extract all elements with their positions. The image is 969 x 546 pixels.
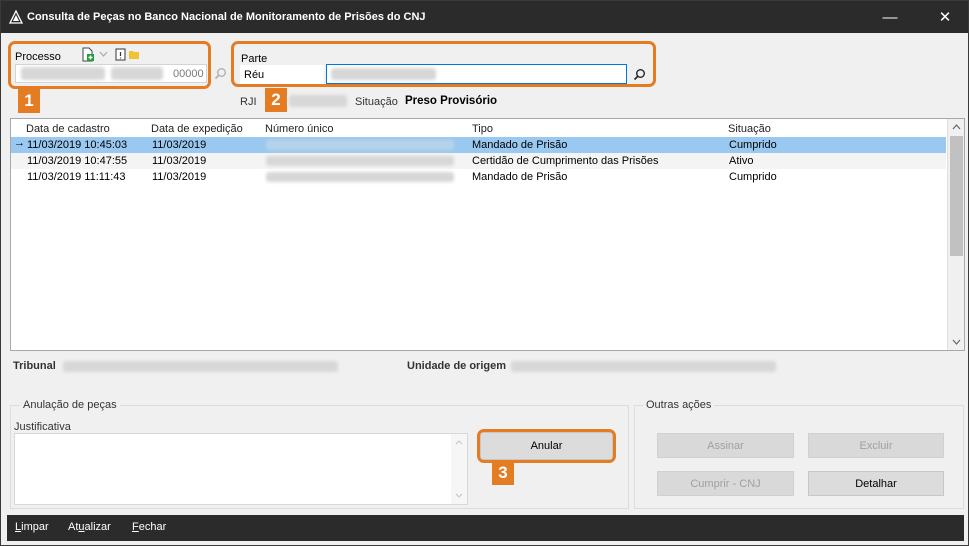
annotation-badge-2: 2 bbox=[265, 88, 287, 112]
title-bar: Consulta de Peças no Banco Nacional de M… bbox=[1, 1, 968, 33]
redacted-unidade-value bbox=[511, 361, 776, 372]
situacao-value: Preso Provisório bbox=[405, 95, 498, 107]
anulacao-group-label: Anulação de peças bbox=[20, 399, 120, 411]
cell-tipo: Mandado de Prisão bbox=[472, 171, 568, 183]
cell-cadastro: 11/03/2019 10:45:03 bbox=[27, 139, 128, 151]
outras-acoes-group-label: Outras ações bbox=[643, 399, 715, 411]
column-header-numero[interactable]: Número único bbox=[265, 123, 333, 135]
assinar-button[interactable]: Assinar bbox=[657, 433, 794, 458]
table-row[interactable]: 11/03/2019 11:11:43 11/03/2019 Mandado d… bbox=[11, 169, 946, 185]
column-header-expedicao[interactable]: Data de expedição bbox=[151, 123, 243, 135]
highlight-box-anular bbox=[477, 429, 616, 463]
highlight-box-parte bbox=[231, 41, 656, 87]
highlight-box-processo bbox=[8, 41, 211, 89]
minimize-button[interactable]: — bbox=[867, 1, 913, 33]
redacted-numero bbox=[266, 156, 454, 166]
fechar-button[interactable]: Fechar bbox=[132, 521, 166, 533]
atualizar-button[interactable]: Atualizar bbox=[68, 521, 111, 533]
detalhar-button[interactable]: Detalhar bbox=[808, 471, 944, 496]
app-logo-icon bbox=[9, 10, 23, 24]
scrollbar-thumb[interactable] bbox=[950, 136, 963, 256]
search-icon[interactable] bbox=[214, 67, 227, 80]
window-title: Consulta de Peças no Banco Nacional de M… bbox=[27, 11, 426, 23]
cell-situacao: Ativo bbox=[729, 155, 754, 167]
cumprir-cnj-button[interactable]: Cumprir - CNJ bbox=[657, 471, 794, 496]
annotation-badge-3: 3 bbox=[492, 461, 514, 485]
cell-situacao: Cumprido bbox=[729, 139, 777, 151]
column-header-cadastro[interactable]: Data de cadastro bbox=[26, 123, 110, 135]
current-row-arrow-icon: → bbox=[14, 137, 25, 149]
table-row[interactable]: → 11/03/2019 10:45:03 11/03/2019 Mandado… bbox=[11, 137, 946, 153]
textarea-scroll-up-icon[interactable] bbox=[455, 440, 463, 445]
justificativa-label: Justificativa bbox=[14, 421, 71, 433]
close-icon: ✕ bbox=[938, 9, 952, 26]
column-header-tipo[interactable]: Tipo bbox=[472, 123, 493, 135]
unidade-origem-label: Unidade de origem bbox=[407, 360, 507, 372]
textarea-scroll-down-icon[interactable] bbox=[455, 493, 463, 498]
cell-expedicao: 11/03/2019 bbox=[152, 155, 207, 167]
cell-cadastro: 11/03/2019 11:11:43 bbox=[27, 171, 126, 183]
textarea-scrollbar[interactable] bbox=[451, 434, 467, 504]
redacted-tribunal-value bbox=[63, 361, 338, 372]
limpar-button[interactable]: Limpar bbox=[15, 521, 49, 533]
cell-situacao: Cumprido bbox=[729, 171, 777, 183]
situacao-label: Situação bbox=[355, 96, 398, 108]
cell-expedicao: 11/03/2019 bbox=[152, 139, 207, 151]
cell-expedicao: 11/03/2019 bbox=[152, 171, 207, 183]
rji-label: RJI bbox=[240, 96, 257, 108]
bottom-action-bar: Limpar Atualizar Fechar bbox=[7, 515, 964, 541]
close-button[interactable]: ✕ bbox=[922, 1, 968, 33]
cell-tipo: Mandado de Prisão bbox=[472, 139, 568, 151]
redacted-numero bbox=[266, 140, 454, 150]
annotation-badge-1: 1 bbox=[18, 89, 40, 113]
tribunal-label: Tribunal bbox=[13, 360, 56, 372]
column-header-situacao[interactable]: Situação bbox=[728, 123, 771, 135]
table-row[interactable]: 11/03/2019 10:47:55 11/03/2019 Certidão … bbox=[11, 153, 946, 169]
excluir-button[interactable]: Excluir bbox=[808, 433, 944, 458]
redacted-numero bbox=[266, 172, 454, 182]
minimize-icon: — bbox=[882, 8, 898, 26]
scroll-down-icon[interactable] bbox=[948, 334, 965, 350]
consulta-pecas-window: Consulta de Peças no Banco Nacional de M… bbox=[0, 0, 969, 546]
scroll-up-icon[interactable] bbox=[948, 119, 965, 135]
justificativa-textarea[interactable] bbox=[14, 433, 468, 505]
redacted-rji-value bbox=[289, 95, 347, 107]
cell-cadastro: 11/03/2019 10:47:55 bbox=[27, 155, 128, 167]
pecas-table[interactable]: Data de cadastro Data de expedição Númer… bbox=[10, 118, 965, 351]
cell-tipo: Certidão de Cumprimento das Prisões bbox=[472, 155, 659, 167]
table-vertical-scrollbar[interactable] bbox=[947, 119, 964, 350]
